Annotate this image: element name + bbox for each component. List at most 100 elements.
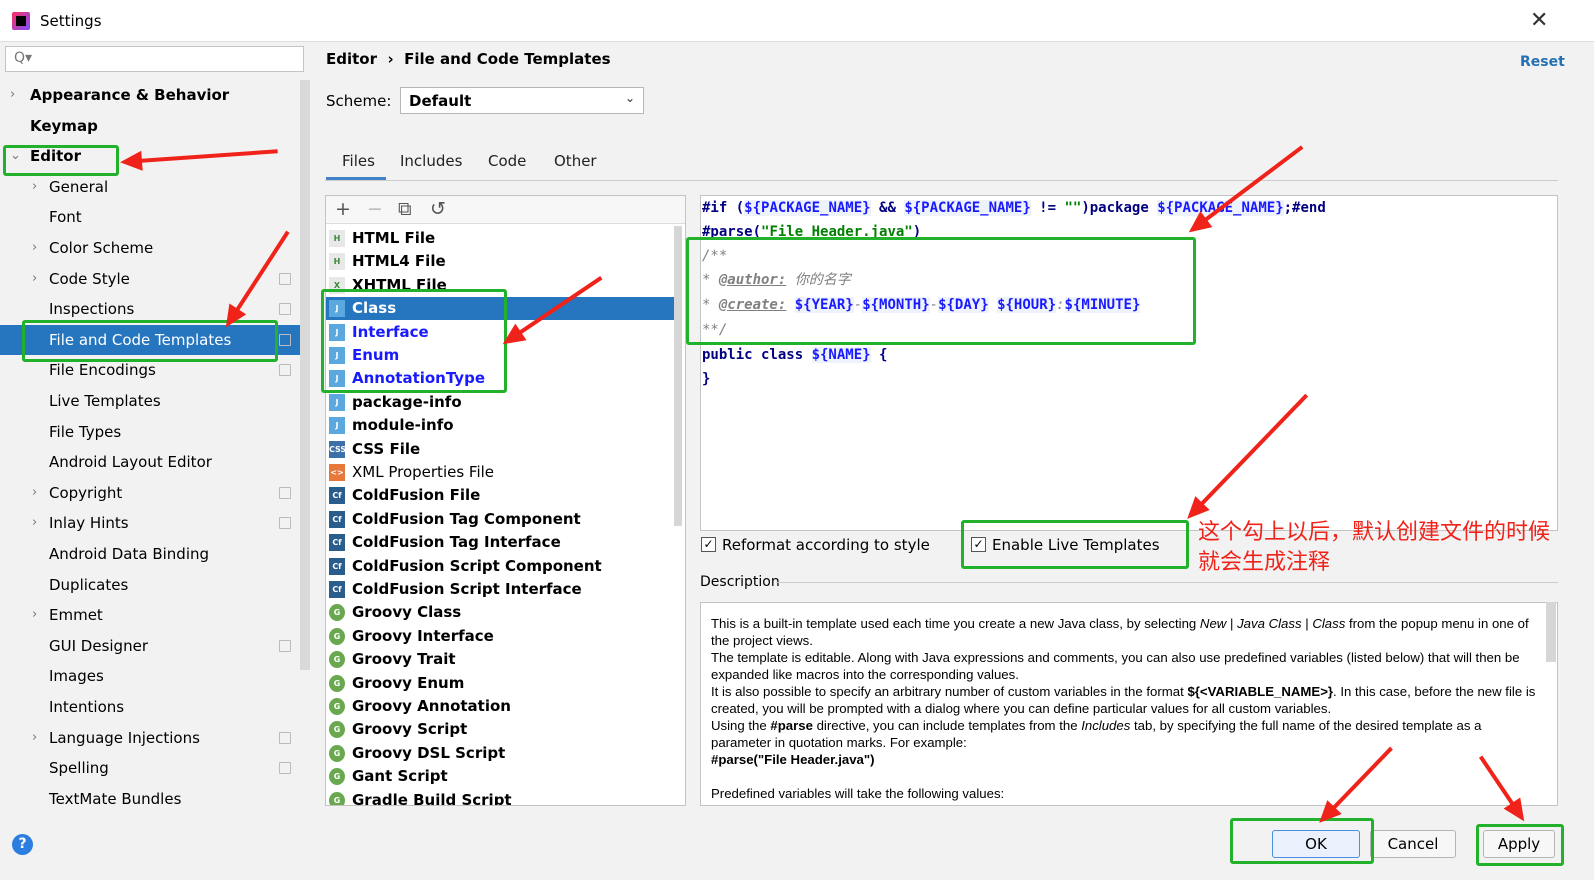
chevron-right-icon[interactable]: › [32,723,37,753]
template-item[interactable]: H HTML4 File [326,250,676,273]
chevron-right-icon[interactable]: › [32,264,37,294]
sidebar-item-general[interactable]: › General [0,172,300,202]
sidebar-item-android-layout-editor[interactable]: Android Layout Editor [0,447,300,477]
template-label: Groovy DSL Script [352,743,506,762]
reset-link[interactable]: Reset [1520,54,1565,70]
template-item[interactable]: G Groovy Annotation [326,695,676,718]
file-type-icon: H [329,253,345,271]
file-type-icon: G [329,721,345,739]
sidebar-item-label: Spelling [49,759,109,778]
chevron-right-icon[interactable]: › [10,80,15,110]
chevron-right-icon[interactable]: › [32,600,37,630]
sidebar-item-label: General [49,177,109,196]
file-type-icon: Cf [329,487,345,505]
template-item[interactable]: G Groovy Enum [326,672,676,695]
template-item[interactable]: G Groovy Interface [326,625,676,648]
intellij-logo-icon [12,12,30,30]
breadcrumb: Editor › File and Code Templates [326,50,611,68]
template-item[interactable]: CSS CSS File [326,438,676,461]
reset-icon[interactable]: ↺ [430,198,446,220]
settings-search-input[interactable]: Q▾ [5,46,304,72]
checkmark-icon: ✓ [701,537,716,552]
project-settings-icon [279,272,291,285]
template-item[interactable]: Cf ColdFusion Script Component [326,555,676,578]
add-icon[interactable]: + [335,198,351,220]
sidebar-item-label: Intentions [49,698,125,716]
sidebar-item-label: Code Style [49,269,130,288]
chevron-right-icon[interactable]: › [32,478,37,508]
code-line: } [702,371,711,387]
chevron-right-icon[interactable]: › [32,508,37,538]
template-label: CSS File [352,439,421,458]
file-type-icon: Cf [329,510,345,528]
sidebar-item-spelling[interactable]: Spelling [0,753,300,783]
cancel-button[interactable]: Cancel [1370,830,1456,858]
scheme-value: Default [409,92,472,110]
template-item[interactable]: Cf ColdFusion File [326,484,676,507]
template-label: Groovy Enum [352,673,465,692]
highlight-box [3,145,119,176]
template-item[interactable]: Jpackage-info [326,391,676,414]
template-item[interactable]: Jmodule-info [326,414,676,437]
template-item[interactable]: H HTML File [326,227,676,250]
template-item[interactable]: G Gant Script [326,765,676,788]
sidebar-item-color-scheme[interactable]: › Color Scheme [0,233,300,263]
sidebar-scrollbar[interactable] [300,80,310,670]
tab-includes[interactable]: Includes [400,152,462,170]
sidebar-item-gui-designer[interactable]: GUI Designer [0,631,300,661]
template-item[interactable]: G Groovy Class [326,601,676,624]
sidebar-item-emmet[interactable]: › Emmet [0,600,300,630]
chevron-right-icon[interactable]: › [32,233,37,263]
tab-files[interactable]: Files [342,152,375,170]
sidebar-item-language-injections[interactable]: › Language Injections [0,723,300,753]
chevron-down-icon: ⌄ [624,91,635,105]
file-type-icon: J [329,417,345,435]
sidebar-item-label: Color Scheme [49,239,154,257]
template-item[interactable]: G Groovy Script [326,718,676,741]
page-title: File and Code Templates [404,50,611,68]
reformat-checkbox[interactable]: ✓ Reformat according to style [701,535,930,555]
template-item[interactable]: G Groovy Trait [326,648,676,671]
file-type-icon: G [329,651,345,669]
sidebar-item-images[interactable]: Images [0,661,300,691]
sidebar-item-label: Keymap [30,116,98,135]
template-item[interactable]: Cf ColdFusion Tag Interface [326,531,676,554]
template-label: Groovy Interface [352,626,494,645]
chevron-right-icon[interactable]: › [32,172,37,202]
remove-icon[interactable]: − [367,198,383,220]
help-icon[interactable]: ? [12,834,33,855]
sidebar-item-copyright[interactable]: › Copyright [0,478,300,508]
template-item[interactable]: G Gradle Build Script [326,789,676,805]
template-item[interactable]: <> XML Properties File [326,461,676,484]
sidebar-item-textmate-bundles[interactable]: TextMate Bundles [0,784,300,814]
annotation-note: 这个勾上以后，默认创建文件的时候就会生成注释 [1198,520,1551,575]
sidebar-item-font[interactable]: Font [0,202,300,232]
template-item[interactable]: Cf ColdFusion Script Interface [326,578,676,601]
description-label: Description [700,574,780,590]
sidebar-item-inlay-hints[interactable]: › Inlay Hints [0,508,300,538]
template-label: Groovy Class [352,603,462,622]
sidebar-item-intentions[interactable]: Intentions [0,692,300,722]
close-icon[interactable]: ✕ [1530,8,1548,33]
template-list-scrollbar[interactable] [674,226,682,526]
template-label: XML Properties File [352,463,495,481]
sidebar-item-duplicates[interactable]: Duplicates [0,570,300,600]
sidebar-item-android-data-binding[interactable]: Android Data Binding [0,539,300,569]
copy-icon[interactable]: ⧉ [398,198,412,220]
highlight-box [686,237,1196,345]
template-label: package-info [352,392,462,411]
template-item[interactable]: Cf ColdFusion Tag Component [326,508,676,531]
sidebar-item-file-types[interactable]: File Types [0,417,300,447]
sidebar-item-appearance-behavior[interactable]: › Appearance & Behavior [0,80,300,110]
template-label: Groovy Script [352,720,468,739]
tab-other[interactable]: Other [554,152,597,170]
tab-code[interactable]: Code [488,152,526,170]
template-item[interactable]: G Groovy DSL Script [326,742,676,765]
sidebar-item-keymap[interactable]: Keymap [0,111,300,141]
scheme-select[interactable]: Default ⌄ [400,87,644,114]
sidebar-item-live-templates[interactable]: Live Templates [0,386,300,416]
project-settings-icon [279,517,291,530]
description-scrollbar[interactable] [1546,602,1556,662]
highlight-box [1230,818,1374,864]
sidebar-item-label: Copyright [49,483,123,502]
